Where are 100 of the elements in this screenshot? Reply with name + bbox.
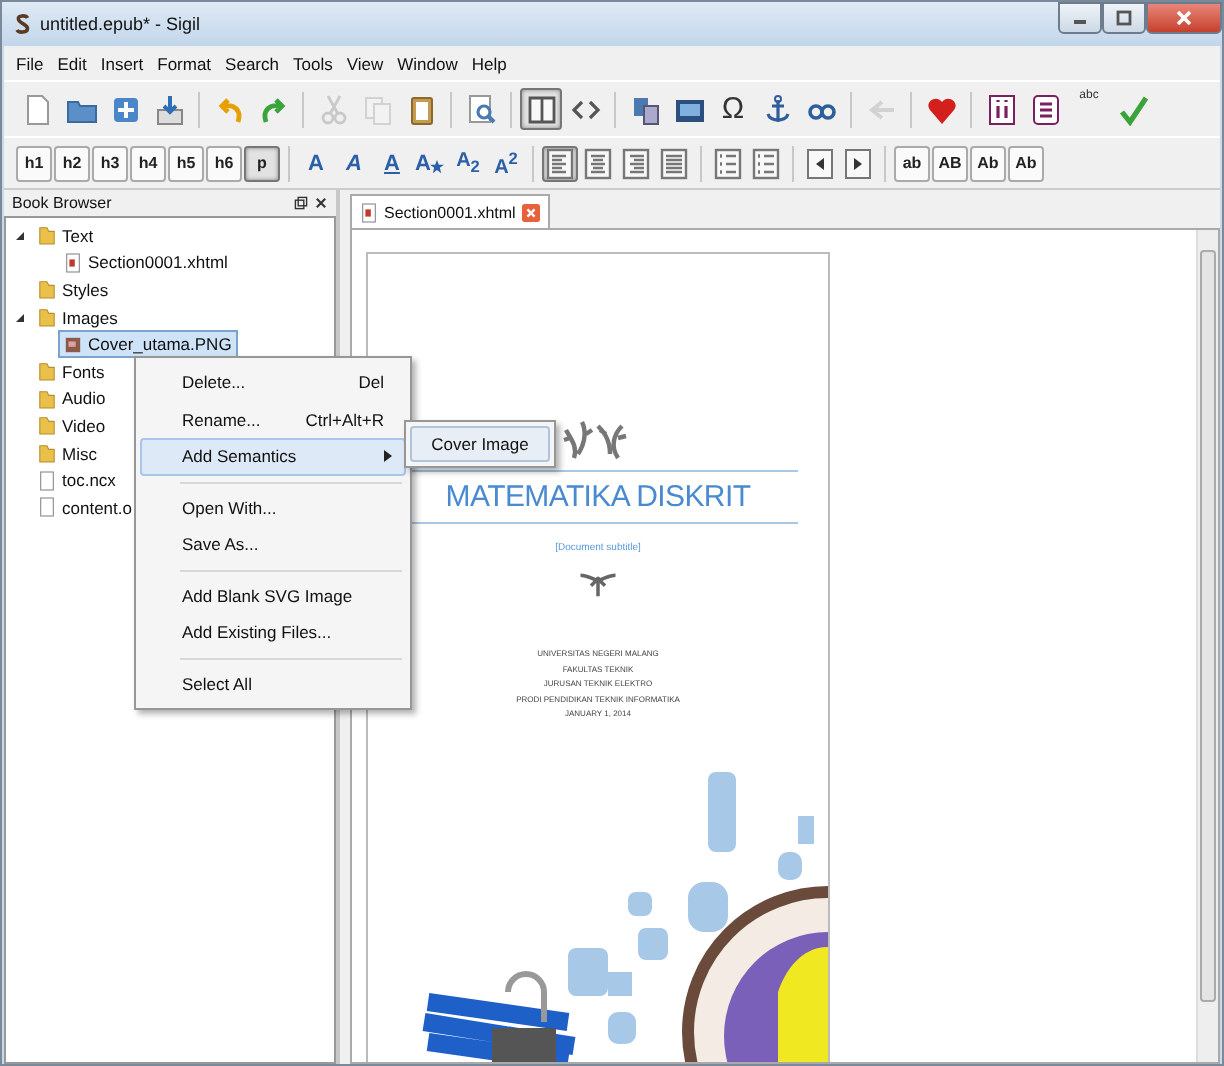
download-icon bbox=[153, 93, 185, 125]
file-icon bbox=[38, 469, 56, 492]
format-button[interactable]: h5 bbox=[168, 145, 204, 181]
split-icon bbox=[629, 93, 661, 125]
folder-icon bbox=[38, 414, 56, 437]
italic-button[interactable]: A bbox=[336, 145, 372, 181]
strike-button[interactable]: A bbox=[412, 145, 448, 181]
format-button[interactable]: h6 bbox=[206, 145, 242, 181]
maximize-icon bbox=[1114, 10, 1134, 26]
undo-icon bbox=[213, 93, 245, 125]
expand-arrow-icon[interactable] bbox=[14, 229, 26, 242]
format-button[interactable]: AB bbox=[932, 145, 968, 181]
tree-item[interactable]: Audio bbox=[32, 384, 112, 413]
heart-icon bbox=[925, 93, 957, 125]
format-button[interactable]: Ab bbox=[1008, 145, 1044, 181]
folder-icon bbox=[38, 442, 56, 465]
bullet-list-icon bbox=[712, 147, 744, 179]
tree-item[interactable]: Section0001.xhtml bbox=[58, 248, 234, 277]
document-title: MATEMATIKA DISKRIT bbox=[445, 480, 751, 514]
file-icon bbox=[38, 496, 56, 519]
menu-item[interactable]: Save As... bbox=[140, 526, 406, 563]
list-icon bbox=[1029, 93, 1061, 125]
special-character-button[interactable]: Ω bbox=[712, 88, 754, 130]
toolbar-button[interactable] bbox=[840, 145, 876, 181]
close-icon bbox=[1174, 10, 1194, 26]
app-logo-icon bbox=[14, 12, 32, 36]
sub-button[interactable]: A$_{2}$ bbox=[450, 145, 486, 181]
folder-icon bbox=[38, 387, 56, 410]
tree-item[interactable]: Images bbox=[32, 303, 124, 332]
image-file-icon bbox=[64, 333, 82, 356]
book-icon bbox=[525, 93, 557, 125]
format-button[interactable]: h3 bbox=[92, 145, 128, 181]
menu-item[interactable]: View bbox=[346, 53, 384, 73]
tree-item[interactable]: Video bbox=[32, 411, 112, 440]
align-justify-icon bbox=[658, 147, 690, 179]
format-button[interactable]: h4 bbox=[130, 145, 166, 181]
align-left-icon bbox=[544, 147, 576, 179]
menu-item[interactable]: Cover Image bbox=[410, 426, 550, 462]
scissors-icon bbox=[317, 93, 349, 125]
bold-button[interactable]: A bbox=[298, 145, 334, 181]
menu-item[interactable]: Format bbox=[157, 53, 212, 73]
checkmark-icon bbox=[1117, 93, 1149, 125]
tree-item[interactable]: Misc bbox=[32, 439, 103, 468]
close-icon[interactable] bbox=[314, 196, 328, 210]
menu-item[interactable]: Add Blank SVG Image bbox=[140, 577, 406, 614]
folder-icon bbox=[38, 278, 56, 301]
float-icon[interactable] bbox=[294, 196, 308, 210]
format-button[interactable]: h2 bbox=[54, 145, 90, 181]
plus-icon bbox=[109, 93, 141, 125]
redo-icon bbox=[257, 93, 289, 125]
menu-item[interactable]: Search bbox=[225, 53, 279, 73]
menu-item[interactable]: Tools bbox=[292, 53, 333, 73]
tree-item[interactable]: content.o bbox=[32, 493, 138, 522]
close-button[interactable] bbox=[1146, 2, 1222, 34]
file-icon bbox=[360, 201, 378, 223]
menu-item[interactable]: Edit bbox=[57, 53, 87, 73]
tree-item[interactable]: Styles bbox=[32, 275, 115, 304]
vertical-scrollbar[interactable] bbox=[1196, 230, 1218, 1062]
expand-arrow-icon[interactable] bbox=[14, 311, 26, 324]
tree-item[interactable]: Fonts bbox=[32, 357, 111, 386]
folder-icon bbox=[38, 360, 56, 383]
maximize-button[interactable] bbox=[1102, 2, 1146, 34]
tree-item[interactable]: Cover_utama.PNG bbox=[58, 330, 238, 359]
anchor-icon bbox=[761, 93, 793, 125]
align-right-icon bbox=[620, 147, 652, 179]
numbered-list-icon bbox=[750, 147, 782, 179]
menu-item[interactable]: Delete... Del bbox=[140, 364, 406, 401]
format-button[interactable]: p bbox=[244, 145, 280, 181]
minimize-button[interactable] bbox=[1058, 2, 1102, 34]
copy-icon bbox=[361, 93, 393, 125]
menu-item[interactable]: Rename... Ctrl+Alt+R bbox=[140, 401, 406, 438]
file-icon bbox=[64, 251, 82, 274]
close-tab-icon[interactable] bbox=[521, 203, 540, 221]
sup-button[interactable]: A$^{2}$ bbox=[488, 145, 524, 181]
format-button[interactable]: Ab bbox=[970, 145, 1006, 181]
menu-item[interactable]: File bbox=[16, 53, 44, 73]
format-button[interactable]: h1 bbox=[16, 145, 52, 181]
folder-icon bbox=[38, 224, 56, 247]
outdent-icon bbox=[804, 147, 836, 179]
tree-item[interactable]: Text bbox=[32, 221, 100, 250]
format-button[interactable]: ab bbox=[894, 145, 930, 181]
clipboard-icon bbox=[405, 93, 437, 125]
menu-item[interactable]: Window bbox=[397, 53, 458, 73]
editor-tab[interactable]: Section0001.xhtml bbox=[350, 194, 550, 228]
menu-item[interactable]: Add Semantics bbox=[140, 438, 406, 475]
panel-title: Book Browser bbox=[12, 194, 114, 212]
magnifier-icon bbox=[465, 93, 497, 125]
info-icon bbox=[985, 93, 1017, 125]
toolbar-button[interactable] bbox=[520, 88, 562, 130]
menu-item[interactable]: Open With... bbox=[140, 489, 406, 526]
menu-item[interactable]: Select All bbox=[140, 665, 406, 702]
folder-icon bbox=[38, 306, 56, 329]
menu-item[interactable]: Insert bbox=[100, 53, 144, 73]
menu-item[interactable]: Help bbox=[471, 53, 507, 73]
indent-icon bbox=[842, 147, 874, 179]
menu-item[interactable]: Add Existing Files... bbox=[140, 614, 406, 651]
underline-button[interactable]: A bbox=[374, 145, 410, 181]
tree-item[interactable]: toc.ncx bbox=[32, 466, 122, 495]
scroll-thumb[interactable] bbox=[1200, 250, 1216, 1002]
toolbar-button[interactable] bbox=[802, 145, 838, 181]
